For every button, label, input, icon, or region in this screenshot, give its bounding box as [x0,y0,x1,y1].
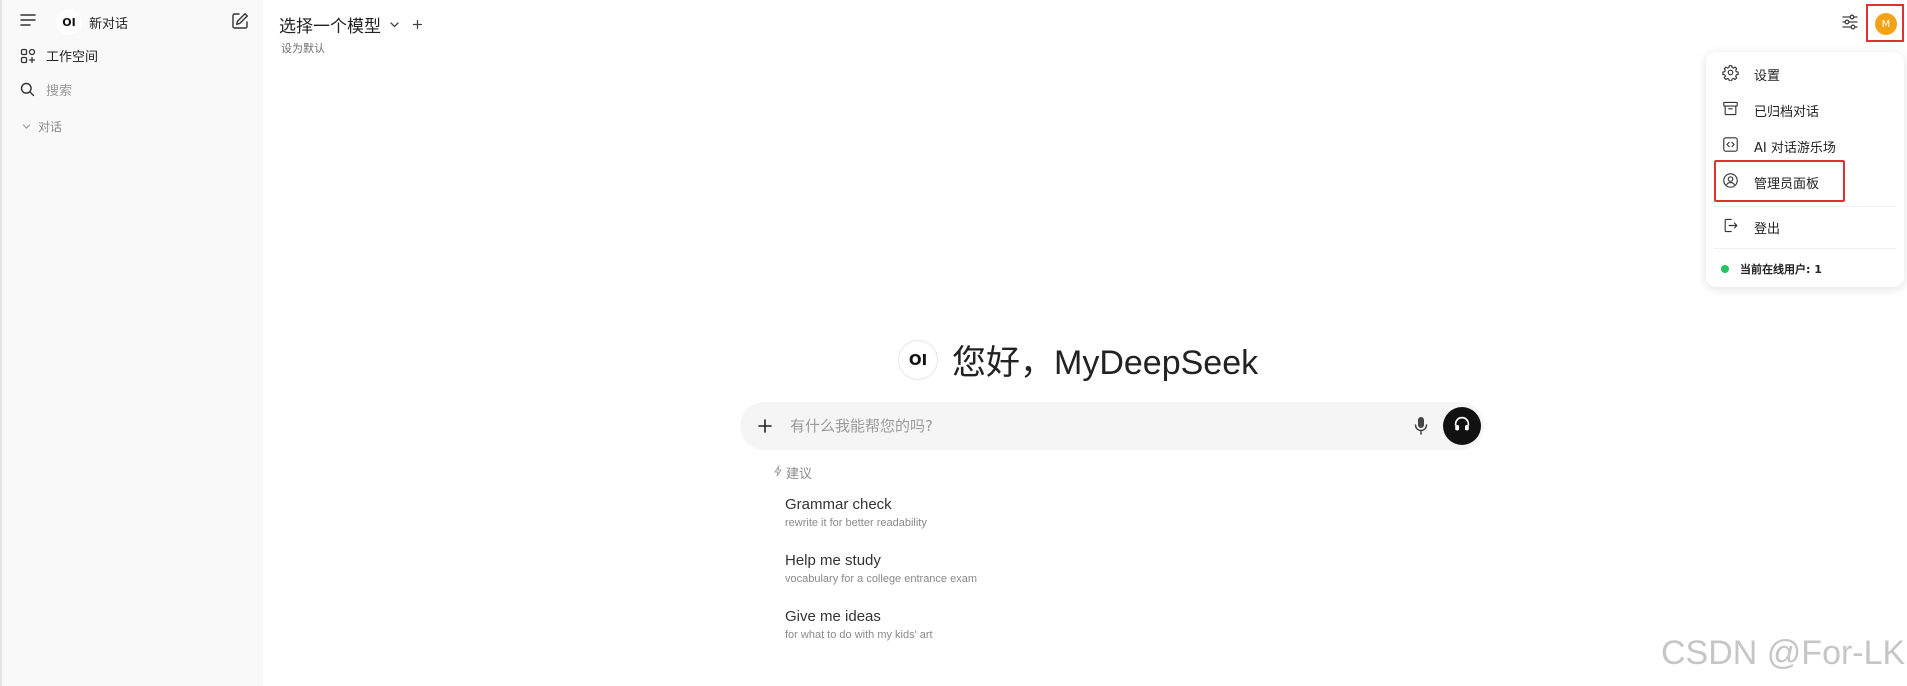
sidebar-item-workspace[interactable]: 工作空间 [20,46,98,65]
logout-icon [1722,217,1739,238]
suggestion-item[interactable]: Give me ideas for what to do with my kid… [785,608,933,641]
menu-item-label: 管理员面板 [1754,177,1820,192]
section-label: 对话 [38,120,63,134]
suggestion-title: Help me study [785,552,881,569]
menu-item-playground[interactable]: AI 对话游乐场 [1722,136,1836,157]
avatar[interactable]: M [1875,13,1897,35]
app-logo: OI [56,9,82,35]
suggestion-subtitle: vocabulary for a college entrance exam [785,573,977,585]
app-logo: OI [898,339,938,380]
menu-item-label: 设置 [1754,69,1781,84]
greeting-text: 您好，MyDeepSeek [952,344,1259,382]
sidebar: OI 新对话 工作空间 搜索 对话 [0,0,263,686]
menu-item-archived-chats[interactable]: 已归档对话 [1722,100,1819,121]
greeting: OI 您好，MyDeepSeek [898,335,1258,384]
app-window: OI 新对话 工作空间 搜索 对话 选择一个模型 设为默认 M 设置 已归档对话… [0,0,1907,686]
menu-item-logout[interactable]: 登出 [1722,217,1780,238]
suggestion-title: Grammar check [785,496,892,513]
menu-item-settings[interactable]: 设置 [1722,64,1780,85]
menu-item-admin-panel[interactable]: 管理员面板 [1722,172,1819,193]
sliders-icon[interactable] [1841,13,1859,35]
search-input[interactable]: 搜索 [46,80,72,99]
model-selector[interactable]: 选择一个模型 [279,12,423,37]
chat-input[interactable] [790,414,1390,438]
suggestion-item[interactable]: Grammar check rewrite it for better read… [785,496,927,529]
new-chat-link[interactable]: 新对话 [89,13,128,32]
menu-divider [1714,206,1896,207]
model-selector-label: 选择一个模型 [279,17,381,37]
suggestion-title: Give me ideas [785,608,881,625]
chat-input-bar [740,402,1484,450]
headphones-icon [1453,415,1471,437]
online-users-label: 当前在线用户: 1 [1740,263,1822,276]
archive-icon [1722,100,1739,121]
menu-divider [1714,248,1896,249]
online-status-dot [1721,265,1729,273]
chevron-down-icon [22,122,31,131]
user-menu: 设置 已归档对话 AI 对话游乐场 管理员面板 登出 当前在线用户: 1 [1706,52,1904,287]
attach-plus-icon[interactable] [757,418,773,438]
voice-mode-button[interactable] [1443,407,1481,445]
menu-item-label: 登出 [1754,222,1781,237]
microphone-icon[interactable] [1413,415,1429,441]
sidebar-item-label: 工作空间 [46,50,99,65]
suggestion-subtitle: for what to do with my kids' art [785,629,933,641]
menu-item-label: 已归档对话 [1754,105,1820,120]
watermark: CSDN @For-LK [1661,634,1906,672]
suggestion-subtitle: rewrite it for better readability [785,517,927,529]
gear-icon [1722,64,1739,85]
sidebar-section-chats[interactable]: 对话 [22,118,62,135]
suggestions-header: 建议 [773,463,812,482]
menu-icon[interactable] [20,13,36,27]
lightning-icon [773,465,783,481]
chevron-down-icon[interactable] [389,15,400,34]
search-icon [20,82,35,97]
suggestions-label: 建议 [786,467,813,482]
workspace-icon [20,48,36,64]
add-model-button[interactable] [412,15,423,34]
menu-item-label: AI 对话游乐场 [1754,141,1836,156]
avatar-highlight: M [1866,4,1904,42]
online-users-status: 当前在线用户: 1 [1721,261,1822,277]
set-default-link[interactable]: 设为默认 [281,40,325,56]
edit-icon[interactable] [231,12,249,34]
sidebar-search[interactable]: 搜索 [20,80,72,99]
code-icon [1722,136,1739,157]
user-circle-icon [1722,172,1739,193]
suggestion-item[interactable]: Help me study vocabulary for a college e… [785,552,977,585]
